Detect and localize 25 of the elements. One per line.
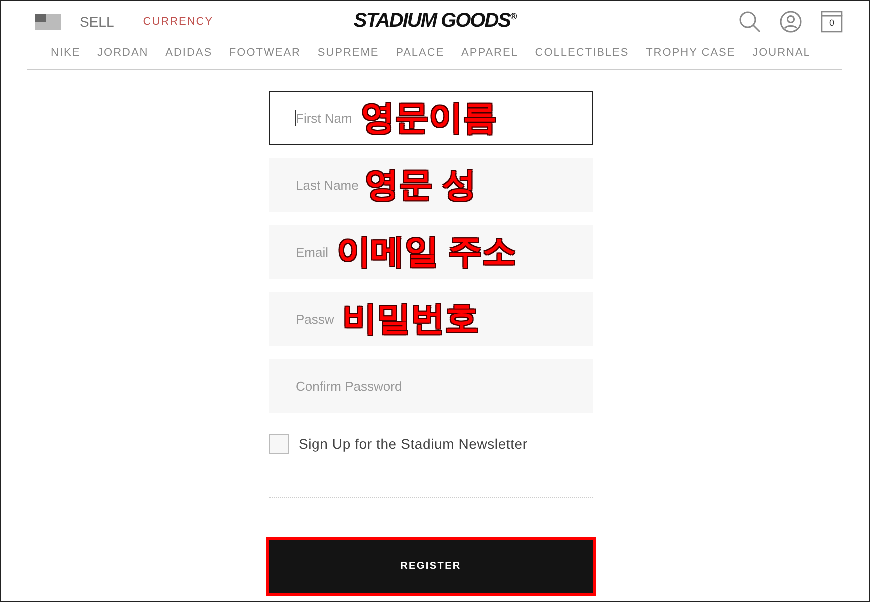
annotation-label: 영문 성 <box>365 165 476 206</box>
annotation-label: 이메일 주소 <box>337 232 516 273</box>
annotation-label: 영문이름 <box>361 98 497 139</box>
register-button[interactable]: REGISTER <box>266 537 596 596</box>
nav-link[interactable]: COLLECTIBLES <box>535 47 630 59</box>
search-icon[interactable] <box>739 11 761 33</box>
nav-link[interactable]: ADIDAS <box>166 47 213 59</box>
user-icon[interactable] <box>780 11 802 33</box>
newsletter-checkbox[interactable] <box>269 434 289 454</box>
nav-link[interactable]: SUPREME <box>318 47 380 59</box>
nav-link[interactable]: APPAREL <box>462 47 518 59</box>
nav-link[interactable]: PALACE <box>396 47 445 59</box>
sell-link[interactable]: SELL <box>80 14 114 30</box>
newsletter-label: Sign Up for the Stadium Newsletter <box>299 436 528 452</box>
cart-count: 0 <box>828 18 836 28</box>
nav-link[interactable]: FOOTWEAR <box>229 47 301 59</box>
nav-link[interactable]: JOURNAL <box>752 47 811 59</box>
nav-link[interactable]: NIKE <box>51 47 81 59</box>
text-cursor <box>295 110 296 126</box>
flag-icon[interactable] <box>35 14 61 30</box>
annotation-label: 비밀번호 <box>343 299 479 340</box>
nav-link[interactable]: JORDAN <box>98 47 149 59</box>
logo[interactable]: STADIUM GOODS$^{®}$ <box>354 10 516 32</box>
currency-link[interactable]: CURRENCY <box>143 16 214 28</box>
nav-link[interactable]: TROPHY CASE <box>646 47 736 59</box>
